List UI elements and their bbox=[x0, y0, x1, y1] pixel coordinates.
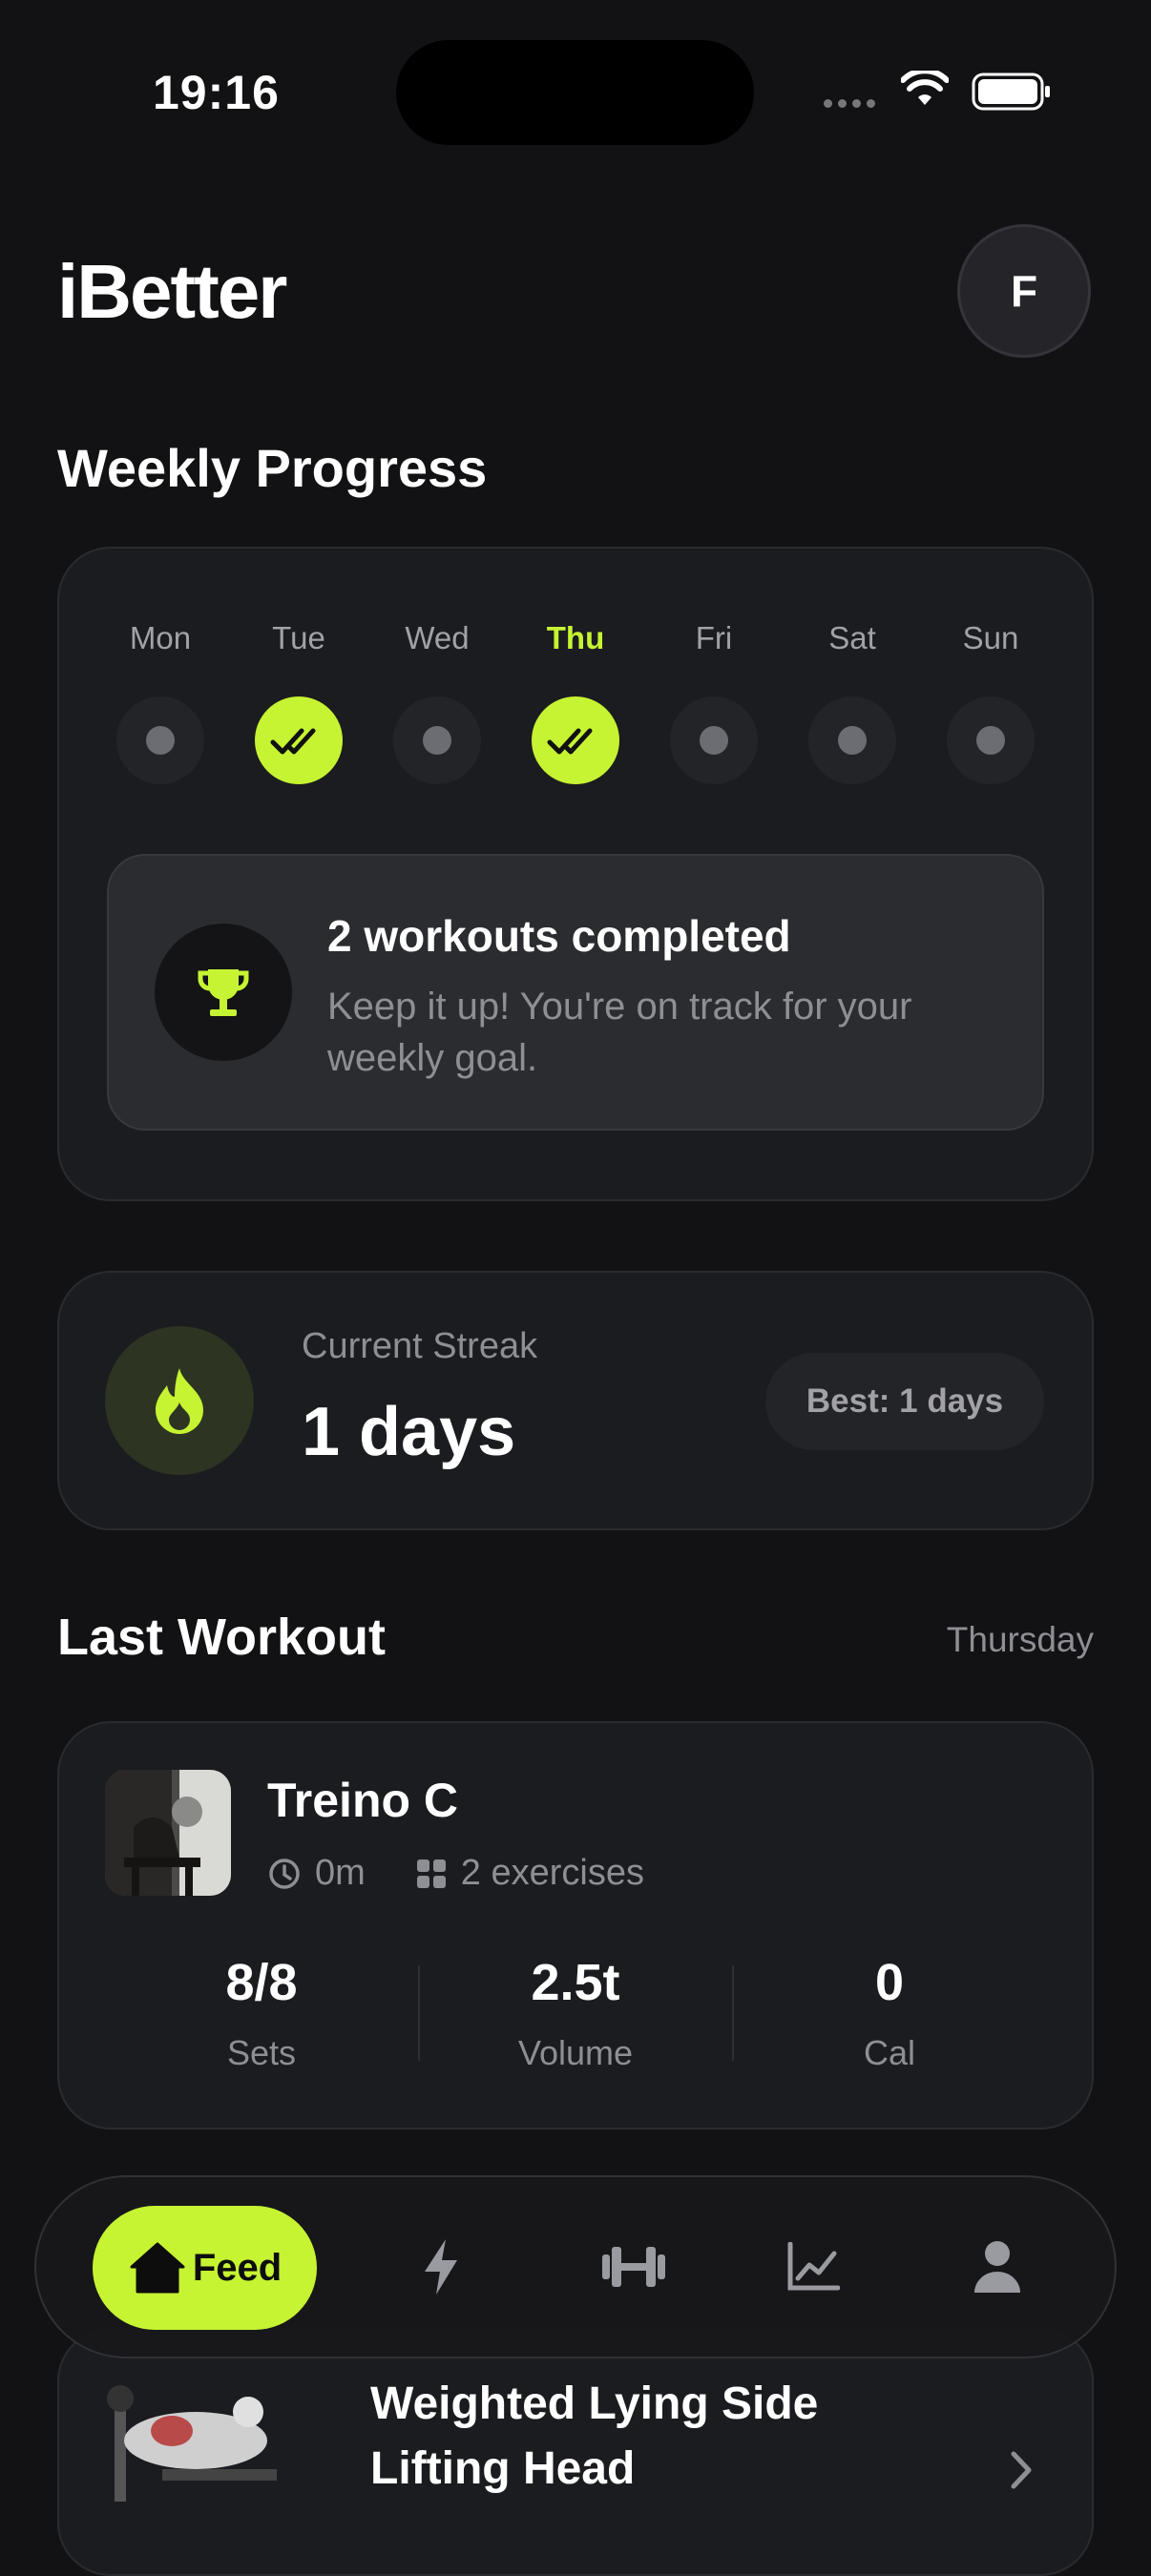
day-empty-indicator bbox=[393, 696, 481, 784]
day-empty-indicator bbox=[808, 696, 896, 784]
weekday-label: Fri bbox=[695, 620, 733, 655]
stat-label: Sets bbox=[226, 2033, 297, 2072]
summary-title: 2 workouts completed bbox=[327, 911, 791, 961]
day-empty-indicator bbox=[670, 696, 758, 784]
workout-name: Treino C bbox=[267, 1774, 459, 1827]
trophy-icon bbox=[155, 924, 292, 1061]
weekday-label: Sat bbox=[828, 620, 876, 655]
grid-icon bbox=[416, 1859, 446, 1888]
weekday-labels: Mon Tue Wed Thu Fri Sat Sun bbox=[103, 620, 1048, 656]
stat-label: Cal bbox=[863, 2033, 916, 2072]
summary-subtitle: Keep it up! You're on track for your wee… bbox=[327, 986, 912, 1079]
tab-quick-start[interactable] bbox=[403, 2229, 479, 2305]
tab-feed-label: Feed bbox=[192, 2246, 283, 2289]
dot-marker bbox=[146, 726, 175, 755]
stat-label: Volume bbox=[517, 2033, 634, 2072]
battery-icon bbox=[972, 73, 1050, 111]
day-empty-indicator bbox=[116, 696, 204, 784]
weekday-label: Thu bbox=[546, 620, 605, 655]
double-check-icon bbox=[547, 725, 601, 755]
exercise-illustration bbox=[107, 2385, 277, 2502]
last-workout-title: Last Workout bbox=[57, 1609, 387, 1666]
clock-icon bbox=[269, 1858, 300, 1889]
wifi-icon bbox=[901, 71, 949, 105]
day-empty-indicator bbox=[947, 696, 1035, 784]
person-icon bbox=[974, 2241, 1020, 2293]
stat-volume: 2.5t Volume bbox=[432, 1953, 719, 2073]
dot-marker bbox=[976, 726, 1005, 755]
chart-line-icon bbox=[787, 2242, 840, 2291]
day-completed-indicator bbox=[532, 696, 619, 784]
workout-meta: 0m 2 exercises bbox=[267, 1853, 644, 1894]
double-check-icon bbox=[270, 725, 324, 755]
tab-feed[interactable]: Feed bbox=[93, 2206, 317, 2330]
home-icon bbox=[130, 2242, 185, 2294]
divider bbox=[417, 1965, 420, 2061]
day-completed-indicator bbox=[255, 696, 343, 784]
lightning-icon bbox=[425, 2239, 457, 2295]
stat-sets: 8/8 Sets bbox=[118, 1953, 405, 2073]
cellular-signal-icon bbox=[824, 99, 875, 108]
workout-stats: 8/8 Sets 2.5t Volume 0 Cal bbox=[118, 1953, 1033, 2073]
weekday-label: Tue bbox=[272, 620, 325, 655]
dynamic-island bbox=[396, 40, 754, 145]
stat-value: 8/8 bbox=[225, 1954, 298, 2011]
chevron-right-icon[interactable] bbox=[1006, 2448, 1038, 2492]
dumbbell-icon bbox=[602, 2247, 665, 2287]
tab-progress[interactable] bbox=[775, 2229, 851, 2305]
weekday-label: Sun bbox=[962, 620, 1019, 655]
divider bbox=[731, 1965, 734, 2061]
stat-calories: 0 Cal bbox=[746, 1953, 1033, 2073]
dot-marker bbox=[700, 726, 728, 755]
status-time: 19:16 bbox=[153, 66, 280, 119]
weekday-indicators bbox=[116, 696, 1035, 784]
app-logo: iBetter bbox=[57, 249, 287, 334]
workout-duration: 0m bbox=[315, 1853, 366, 1893]
workout-exercise-count: 2 exercises bbox=[460, 1853, 644, 1893]
workout-thumbnail bbox=[105, 1770, 231, 1896]
dot-marker bbox=[838, 726, 867, 755]
tab-profile[interactable] bbox=[959, 2229, 1036, 2305]
tab-workouts[interactable] bbox=[596, 2229, 672, 2305]
weekday-label: Wed bbox=[405, 620, 470, 655]
best-streak-badge: Best: 1 days bbox=[765, 1353, 1044, 1450]
stat-value: 2.5t bbox=[531, 1954, 620, 2011]
weekday-label: Mon bbox=[129, 620, 192, 655]
dot-marker bbox=[423, 726, 451, 755]
exercise-name: Weighted Lying Side Lifting Head bbox=[370, 2379, 819, 2494]
weekly-progress-title: Weekly Progress bbox=[57, 438, 488, 498]
streak-label: Current Streak bbox=[302, 1326, 538, 1366]
flame-icon bbox=[105, 1326, 254, 1475]
streak-value: 1 days bbox=[302, 1394, 516, 1470]
avatar[interactable]: F bbox=[957, 224, 1091, 358]
last-workout-day: Thursday bbox=[946, 1620, 1094, 1659]
stat-value: 0 bbox=[874, 1954, 905, 2011]
